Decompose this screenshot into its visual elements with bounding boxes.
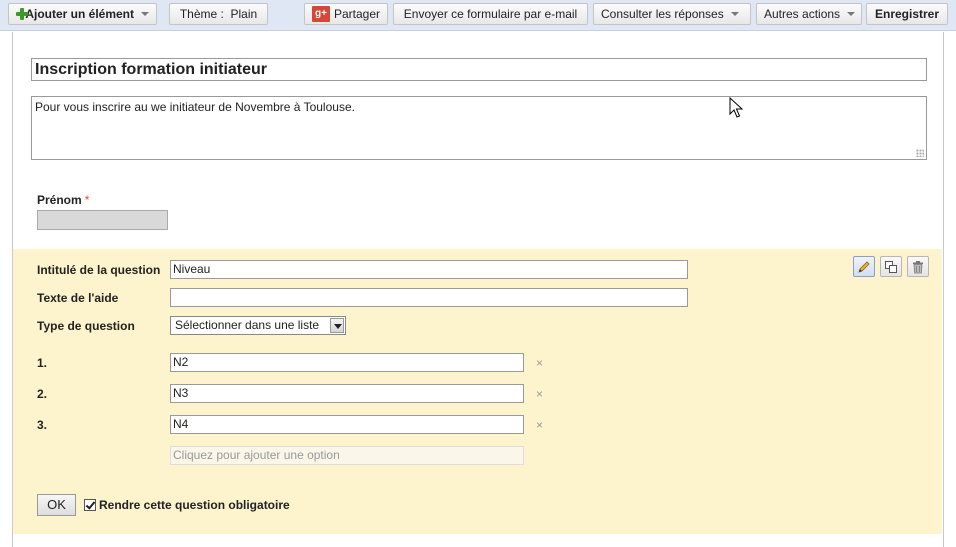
chevron-down-icon: [847, 12, 856, 16]
form-description-text: Pour vous inscrire au we initiateur de N…: [35, 100, 355, 114]
save-button[interactable]: Enregistrer: [866, 3, 948, 25]
email-form-label: Envoyer ce formulaire par e-mail: [403, 7, 578, 21]
plus-icon: [16, 8, 29, 20]
resize-grip-icon[interactable]: [916, 149, 924, 157]
help-text-label: Texte de l'aide: [37, 291, 119, 305]
pencil-icon: [858, 260, 870, 273]
chevron-down-icon: [730, 12, 739, 16]
question-type-label: Type de question: [37, 319, 135, 333]
prenom-label-text: Prénom: [37, 193, 82, 207]
google-plus-icon: g+: [312, 6, 330, 22]
prenom-question-label: Prénom *: [37, 193, 89, 207]
save-label: Enregistrer: [874, 7, 940, 21]
question-type-select[interactable]: Sélectionner dans une liste: [170, 316, 346, 335]
remove-option-icon[interactable]: ×: [536, 387, 543, 401]
help-text-input[interactable]: [170, 288, 688, 307]
option-number: 3.: [37, 418, 48, 432]
required-checkbox-label: Rendre cette question obligatoire: [99, 498, 290, 512]
ok-button[interactable]: OK: [37, 494, 76, 516]
form-description-input[interactable]: Pour vous inscrire au we initiateur de N…: [31, 96, 927, 160]
theme-button[interactable]: Thème : Plain: [169, 3, 268, 25]
more-actions-button[interactable]: Autres actions: [756, 3, 862, 25]
trash-icon: [913, 260, 923, 273]
form-title-input[interactable]: Inscription formation initiateur: [31, 58, 927, 81]
dropdown-arrow-icon[interactable]: [330, 318, 344, 333]
remove-option-icon[interactable]: ×: [536, 356, 543, 370]
view-responses-label: Consulter les réponses: [601, 7, 724, 21]
delete-question-button[interactable]: [907, 256, 929, 277]
question-title-input[interactable]: Niveau: [170, 260, 688, 279]
edit-question-button[interactable]: [853, 256, 875, 277]
add-item-button[interactable]: Ajouter un élément: [8, 3, 157, 25]
chevron-down-icon: [141, 12, 149, 16]
option-input[interactable]: N2: [170, 353, 524, 372]
option-input[interactable]: N4: [170, 415, 524, 434]
share-label: Partager: [333, 7, 380, 21]
email-form-button[interactable]: Envoyer ce formulaire par e-mail: [393, 3, 588, 25]
duplicate-question-button[interactable]: [880, 256, 902, 277]
add-item-label: Ajouter un élément: [25, 7, 134, 21]
option-input[interactable]: N3: [170, 384, 524, 403]
option-number: 2.: [37, 387, 48, 401]
remove-option-icon[interactable]: ×: [536, 418, 543, 432]
duplicate-icon: [885, 260, 897, 273]
add-option-input[interactable]: Cliquez pour ajouter une option: [170, 446, 524, 465]
question-type-value: Sélectionner dans une liste: [175, 318, 320, 332]
question-title-label: Intitulé de la question: [37, 263, 161, 277]
more-actions-label: Autres actions: [764, 7, 841, 21]
required-asterisk: *: [84, 193, 90, 207]
mouse-cursor-icon: [729, 97, 743, 118]
required-checkbox[interactable]: [84, 499, 96, 511]
prenom-answer-preview: [37, 210, 168, 230]
view-responses-button[interactable]: Consulter les réponses: [593, 3, 751, 25]
option-number: 1.: [37, 356, 48, 370]
theme-label: Thème : Plain: [179, 7, 258, 21]
share-button[interactable]: g+ Partager: [304, 3, 388, 25]
toolbar: Ajouter un élément Thème : Plain g+ Part…: [0, 0, 956, 31]
